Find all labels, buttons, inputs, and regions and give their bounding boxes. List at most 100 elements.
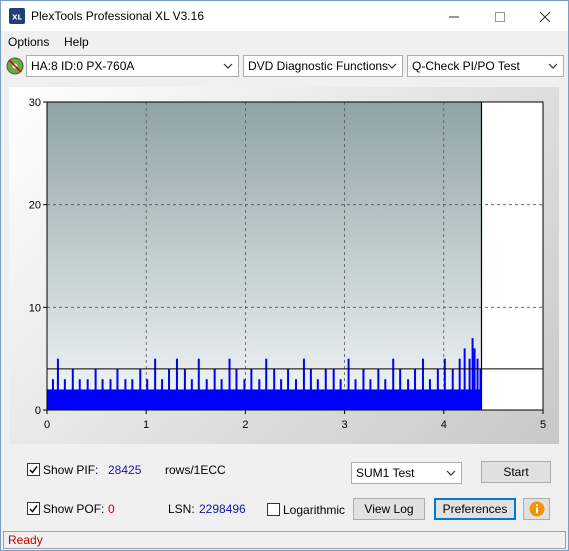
chart-area: 0 1 2 3 4 5 0 10 20 30 — [9, 87, 559, 444]
sum-test-select-value: SUM1 Test — [356, 466, 415, 480]
sum-test-select[interactable]: SUM1 Test — [351, 462, 462, 484]
data-bar — [392, 358, 395, 410]
app-window: XL PlexTools Professional XL V3.16 Optio… — [0, 0, 569, 551]
close-button[interactable] — [522, 1, 568, 31]
chevron-down-icon — [387, 63, 397, 69]
data-bar — [476, 358, 479, 410]
data-bar — [458, 358, 461, 410]
data-bar — [235, 368, 238, 410]
data-bar — [428, 379, 431, 410]
menu-bar: Options Help — [1, 32, 568, 52]
data-bar — [86, 379, 89, 410]
data-bar — [316, 379, 319, 410]
data-bar — [421, 358, 424, 410]
data-bar — [94, 368, 97, 410]
data-bar — [146, 379, 149, 410]
show-pof-checkbox[interactable] — [27, 502, 40, 515]
drive-select-value: HA:8 ID:0 PX-760A — [31, 59, 135, 73]
disc-drive-icon — [6, 57, 24, 75]
view-log-button[interactable]: View Log — [353, 498, 425, 520]
data-bar — [161, 379, 164, 410]
show-pif-label: Show PIF: — [43, 463, 99, 477]
data-bar — [78, 379, 81, 410]
data-bar — [213, 368, 216, 410]
menu-help[interactable]: Help — [64, 35, 89, 49]
y-tick-label: 0 — [35, 405, 41, 417]
data-bar — [205, 379, 208, 410]
y-tick-label: 30 — [29, 97, 41, 109]
data-bar — [63, 379, 66, 410]
data-bar — [258, 379, 261, 410]
view-log-button-label: View Log — [364, 502, 414, 516]
minimize-button[interactable] — [431, 1, 477, 31]
data-bar — [354, 379, 357, 410]
x-tick-label: 1 — [143, 419, 149, 431]
data-bar — [168, 368, 171, 410]
data-bar — [369, 379, 372, 410]
lsn-label: LSN: — [168, 502, 195, 516]
data-bar — [228, 358, 231, 410]
chevron-down-icon — [223, 63, 233, 69]
logarithmic-checkbox[interactable] — [267, 503, 280, 516]
data-bar — [51, 379, 54, 410]
info-icon — [529, 501, 544, 517]
data-bar — [339, 379, 342, 410]
data-bar — [443, 358, 446, 410]
x-tick-label: 5 — [540, 419, 546, 431]
data-bar — [347, 358, 350, 410]
data-bar — [190, 379, 193, 410]
data-bar — [197, 358, 200, 410]
data-bar — [243, 379, 246, 410]
data-bar — [436, 368, 439, 410]
data-bar — [468, 358, 471, 410]
start-button[interactable]: Start — [481, 461, 551, 483]
x-tick-label: 2 — [242, 419, 248, 431]
window-title: PlexTools Professional XL V3.16 — [31, 9, 204, 23]
status-bar: Ready — [3, 531, 566, 549]
maximize-icon — [495, 12, 505, 23]
data-bar — [131, 379, 134, 410]
data-bar — [473, 348, 476, 410]
data-bar — [101, 379, 104, 410]
data-base-band — [47, 389, 482, 410]
data-bar — [414, 368, 417, 410]
preferences-button-label: Preferences — [442, 502, 508, 516]
data-bar — [265, 358, 268, 410]
test-select[interactable]: Q-Check PI/PO Test — [407, 55, 564, 77]
preferences-button[interactable]: Preferences — [434, 498, 516, 520]
data-bar — [324, 368, 327, 410]
pif-unit: rows/1ECC — [165, 463, 226, 477]
data-bar — [407, 379, 410, 410]
x-tick-label: 0 — [44, 419, 50, 431]
data-bar — [71, 368, 74, 410]
menu-options[interactable]: Options — [8, 35, 49, 49]
data-bar — [280, 379, 283, 410]
data-bar — [471, 338, 474, 410]
logarithmic-label: Logarithmic — [283, 503, 346, 517]
pipo-chart: 0 1 2 3 4 5 0 10 20 30 — [29, 97, 546, 431]
lsn-value: 2298496 — [199, 502, 246, 516]
plot-background-unused — [481, 102, 543, 410]
show-pif-checkbox[interactable] — [27, 463, 40, 476]
drive-select[interactable]: HA:8 ID:0 PX-760A — [26, 55, 239, 77]
function-select[interactable]: DVD Diagnostic Functions — [243, 55, 403, 77]
data-bar — [124, 379, 127, 410]
data-bar — [56, 358, 59, 410]
show-pof-label: Show POF: — [43, 502, 105, 516]
data-bar — [273, 368, 276, 410]
pif-value: 28425 — [108, 463, 142, 477]
data-bar — [220, 379, 223, 410]
x-tick-label: 3 — [342, 419, 348, 431]
info-button[interactable] — [523, 498, 550, 520]
title-bar: XL PlexTools Professional XL V3.16 — [1, 1, 568, 31]
plot-background — [47, 102, 482, 410]
data-bar — [109, 379, 112, 410]
maximize-button[interactable] — [477, 1, 523, 31]
data-bar — [154, 358, 157, 410]
data-bar — [377, 368, 380, 410]
data-bar — [116, 368, 119, 410]
data-bar — [463, 348, 466, 410]
data-bar — [139, 368, 142, 410]
status-text: Ready — [8, 533, 43, 547]
toolbar: HA:8 ID:0 PX-760A DVD Diagnostic Functio… — [1, 53, 568, 79]
